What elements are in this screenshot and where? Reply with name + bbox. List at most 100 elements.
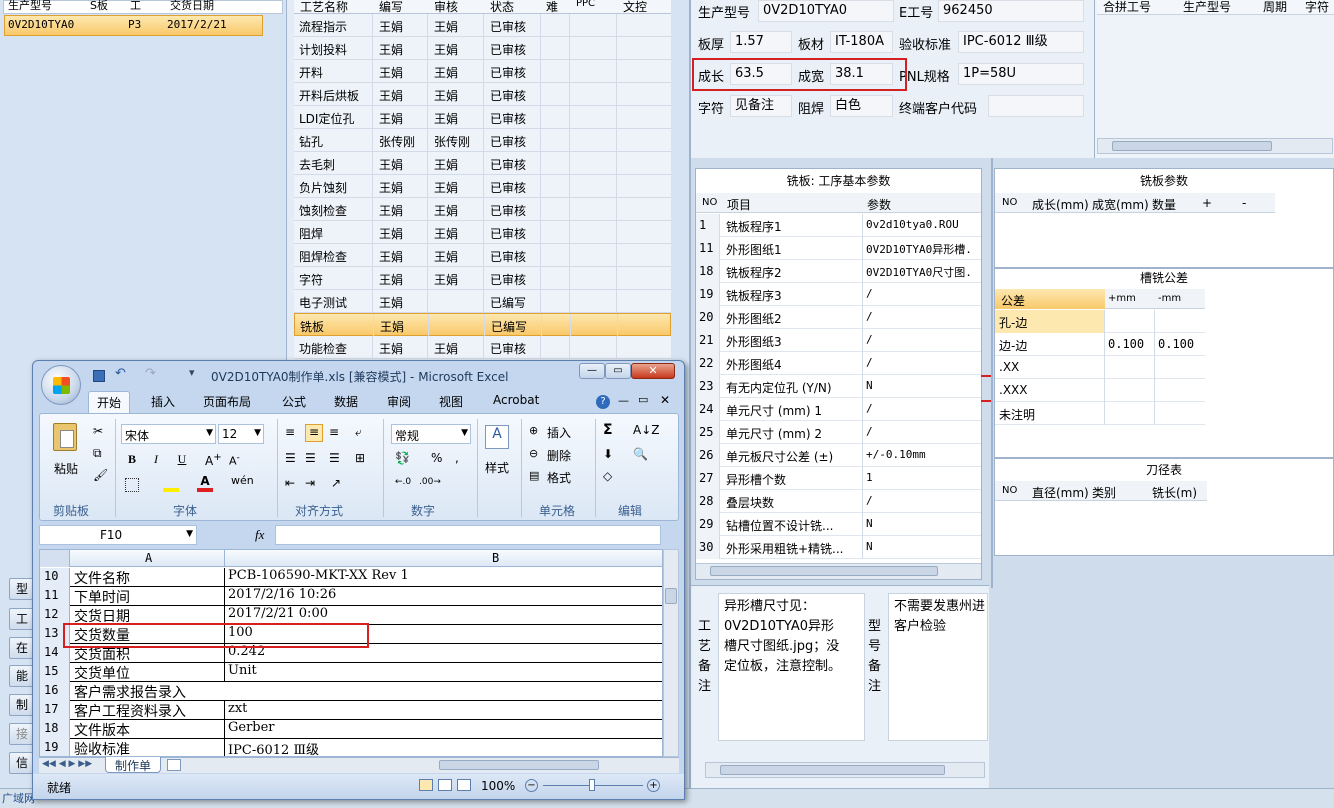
grow-font-icon[interactable]: A+ [205, 452, 222, 468]
table-row[interactable]: 15 交货单位 Unit [40, 663, 662, 682]
table-row[interactable]: 13 交货数量 100 [40, 625, 662, 645]
cell-a[interactable]: 交货数量 [74, 625, 130, 645]
decrease-indent-icon[interactable]: ⇤ [285, 476, 295, 490]
align-top-icon[interactable]: ≡ [285, 425, 295, 439]
mill-header-qty[interactable]: 数量 [1152, 196, 1176, 213]
table-row[interactable]: 27 异形槽个数 1 [696, 467, 981, 490]
minimize-button[interactable]: — [579, 363, 605, 379]
tol-header-minus[interactable]: -mm [1158, 293, 1181, 304]
table-row[interactable]: .XXX [995, 379, 1205, 402]
italic-button[interactable]: I [147, 452, 165, 470]
tool-header-no[interactable]: NO [1002, 485, 1017, 496]
ribbon-tab[interactable]: Acrobat [485, 391, 547, 413]
fill-icon[interactable]: ⬇ [603, 447, 613, 461]
mill-header-no[interactable]: NO [1002, 197, 1017, 208]
process-header-doc[interactable]: 文控 [623, 0, 647, 15]
ribbon-tab[interactable]: 审阅 [379, 391, 419, 413]
table-row[interactable]: 钻孔 张传刚 张传刚 已审核 [294, 129, 671, 152]
cell-a[interactable]: 交货日期 [74, 606, 130, 626]
table-row[interactable]: 28 叠层块数 / [696, 490, 981, 513]
table-row[interactable]: 边-边 0.100 0.100 [995, 333, 1205, 356]
cell-b[interactable]: 2017/2/21 0:00 [228, 606, 328, 621]
process-header-ppc[interactable]: PPC [576, 0, 595, 9]
table-row[interactable]: 铣板 王娟 已编写 [294, 313, 671, 337]
field-len[interactable]: 63.5 [730, 63, 792, 85]
phonetic-icon[interactable]: wén [231, 474, 254, 487]
orientation-icon[interactable]: ↗ [331, 476, 341, 490]
col-header-s[interactable]: S板 [90, 0, 108, 13]
merge-header-char[interactable]: 字符 [1305, 0, 1329, 15]
tol-header-plus[interactable]: +mm [1108, 293, 1136, 304]
cell-a[interactable]: 交货面积 [74, 644, 130, 664]
cell-a[interactable]: 验收标准 [74, 739, 130, 756]
formula-input[interactable] [275, 525, 661, 545]
scroll-thumb[interactable] [720, 765, 945, 775]
mill-header-wid[interactable]: 成宽(mm) [1092, 196, 1149, 213]
table-row[interactable]: 流程指示 王娟 王娟 已审核 [294, 14, 671, 37]
paste-label[interactable]: 粘贴 [54, 460, 78, 477]
cell-b[interactable]: Unit [228, 663, 257, 678]
normal-view-icon[interactable] [419, 779, 433, 791]
process-header-diff[interactable]: 难 [546, 0, 558, 15]
font-color-icon[interactable]: A [197, 474, 213, 492]
font-name-select[interactable]: 宋体 ▼ [121, 424, 216, 444]
field-pnl[interactable]: 1P=58U [958, 63, 1084, 85]
sheet-nav-icons[interactable]: ◀◀ ◀ ▶ ▶▶ [42, 759, 92, 769]
cell-b[interactable]: IPC-6012 Ⅲ级 [228, 739, 319, 756]
field-eno[interactable]: 962450 [938, 0, 1084, 22]
number-format-select[interactable]: 常规 ▼ [391, 424, 471, 444]
ribbon-tab[interactable]: 公式 [274, 391, 314, 413]
field-thick[interactable]: 1.57 [730, 31, 792, 53]
table-row[interactable]: 开料 王娟 王娟 已审核 [294, 60, 671, 83]
insert-cells-label[interactable]: 插入 [547, 424, 571, 441]
field-cust[interactable] [988, 95, 1084, 117]
field-std[interactable]: IPC-6012 Ⅲ级 [958, 31, 1084, 53]
office-button[interactable] [41, 365, 81, 405]
ribbon-tab[interactable]: 视图 [431, 391, 471, 413]
tool-header-type[interactable]: 类别 [1092, 484, 1116, 501]
cell-b[interactable]: PCB-106590-MKT-XX Rev 1 [228, 568, 409, 583]
bold-button[interactable]: B [123, 452, 141, 470]
table-row[interactable]: 孔-边 [995, 310, 1205, 333]
scroll-thumb[interactable] [665, 588, 677, 604]
undo-icon[interactable]: ↶ [115, 366, 126, 381]
field-mask[interactable]: 白色 [830, 95, 893, 117]
ribbon-minimize-icon[interactable]: — [618, 394, 629, 407]
sheet-hscroll-thumb[interactable] [439, 760, 599, 770]
cell-a[interactable]: 客户需求报告录入 [74, 682, 186, 702]
cell-a[interactable]: 下单时间 [74, 587, 130, 607]
table-row[interactable]: 12 交货日期 2017/2/21 0:00 [40, 606, 662, 626]
merge-header-cycle[interactable]: 周期 [1263, 0, 1287, 15]
table-row[interactable]: 11 外形图纸1 0V2D10TYA0异形槽. [696, 237, 981, 260]
proc-remark-text[interactable]: 异形槽尺寸见：0V2D10TYA0异形槽尺寸图纸.jpg；没定位板，注意控制。 [718, 593, 865, 741]
table-row[interactable]: 26 单元板尺寸公差 (±) +/-0.10mm [696, 444, 981, 467]
field-mat[interactable]: IT-180A [830, 31, 893, 53]
model-remark-text[interactable]: 不需要发惠州进客户检验 [888, 593, 988, 741]
help-icon[interactable]: ? [596, 395, 610, 409]
table-row[interactable]: 19 铣板程序3 / [696, 283, 981, 306]
table-row[interactable]: 11 下单时间 2017/2/16 10:26 [40, 587, 662, 607]
merge-scrollbar[interactable] [1097, 138, 1333, 154]
tol-header-tol[interactable]: 公差 [1001, 292, 1025, 309]
table-row[interactable]: 17 客户工程资料录入 zxt [40, 701, 662, 720]
table-row[interactable]: 30 外形采用粗铣+精铣... N [696, 536, 981, 559]
cell-b[interactable]: 100 [228, 625, 253, 640]
copy-icon[interactable]: ⧉ [93, 446, 102, 461]
paste-icon[interactable] [53, 423, 77, 451]
format-cells-label[interactable]: 格式 [547, 469, 571, 486]
zoom-out-icon[interactable]: − [525, 779, 538, 792]
table-row[interactable]: 23 有无内定位孔 (Y/N) N [696, 375, 981, 398]
delete-cells-icon[interactable]: ⊖ [529, 447, 538, 460]
process-header-reviewer[interactable]: 审核 [434, 0, 458, 15]
currency-icon[interactable]: 💱 [395, 451, 410, 465]
close-button[interactable]: ✕ [631, 363, 675, 379]
zoom-slider-thumb[interactable] [589, 779, 595, 791]
qat-menu-icon[interactable]: ▾ [189, 366, 195, 379]
table-row[interactable]: 24 单元尺寸 (mm) 1 / [696, 398, 981, 421]
delete-cells-label[interactable]: 删除 [547, 447, 571, 464]
table-row[interactable]: 18 文件版本 Gerber [40, 720, 662, 739]
mill-header-plus[interactable]: + [1202, 196, 1212, 210]
zoom-slider[interactable] [543, 779, 643, 791]
find-icon[interactable]: 🔍 [633, 447, 648, 461]
autosum-icon[interactable]: Σ [603, 422, 613, 438]
